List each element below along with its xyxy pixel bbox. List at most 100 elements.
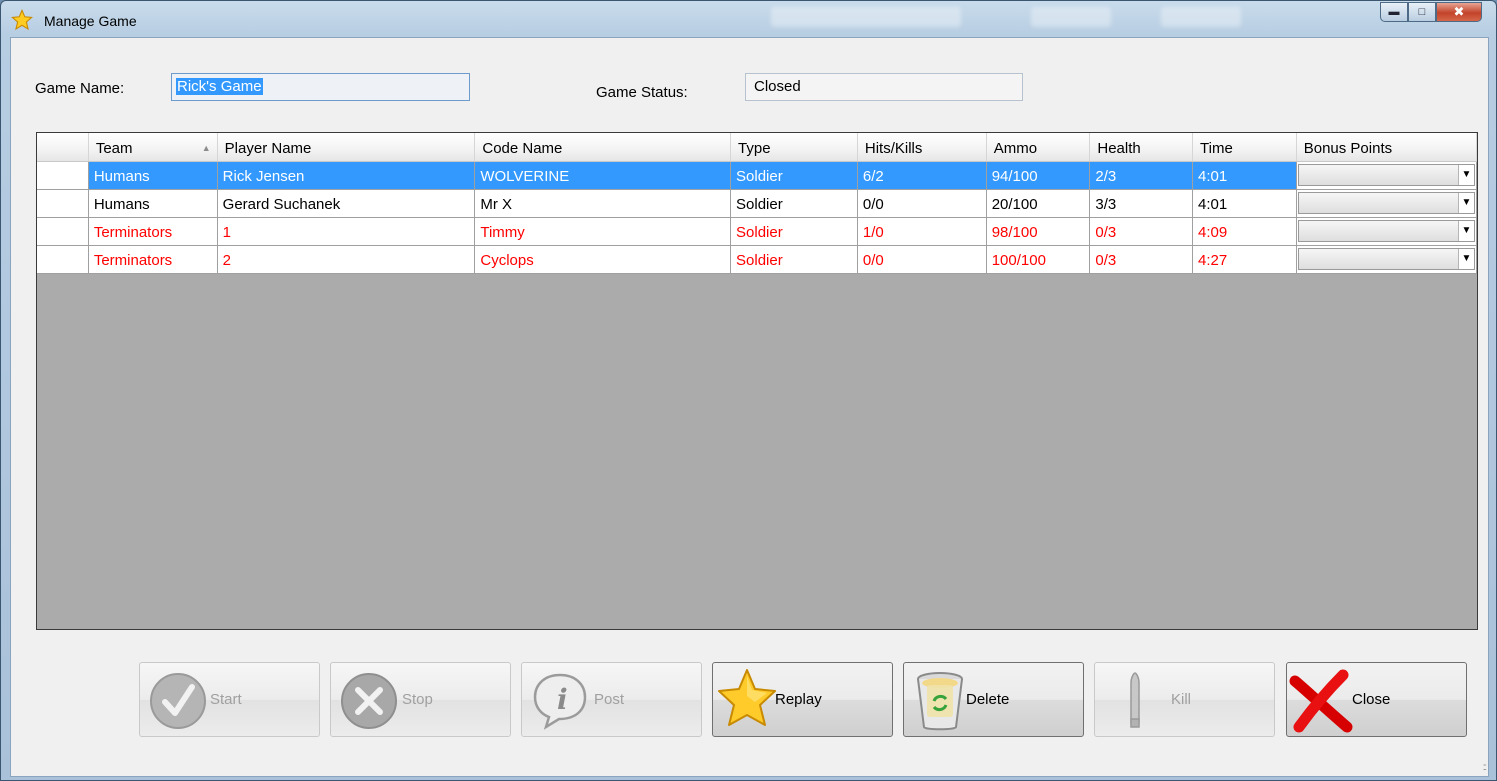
minimize-icon: ▬	[1388, 6, 1400, 18]
window-title: Manage Game	[44, 13, 137, 29]
window-controls: ▬ □ ✖	[1380, 2, 1482, 22]
team-cell[interactable]: Terminators	[88, 245, 218, 274]
kill-label: Kill	[1171, 691, 1192, 708]
health-cell[interactable]: 3/3	[1089, 189, 1194, 218]
hits-kills-cell[interactable]: 0/0	[857, 189, 987, 218]
column-header-bonus-points[interactable]: Bonus Points	[1296, 133, 1477, 162]
kill-button[interactable]: Kill	[1094, 662, 1275, 737]
dropdown-arrow-icon[interactable]: ▼	[1458, 249, 1474, 269]
code-name-cell[interactable]: Cyclops	[474, 245, 732, 274]
ammo-cell[interactable]: 98/100	[986, 217, 1091, 246]
ammo-cell[interactable]: 20/100	[986, 189, 1091, 218]
code-name-cell[interactable]: Timmy	[474, 217, 732, 246]
type-cell[interactable]: Soldier	[730, 161, 858, 190]
table-row[interactable]: Terminators 1 Timmy Soldier 1/0 98/100 0…	[37, 217, 1477, 246]
players-table: Team ▲ Player Name Code Name Type Hits/Ki…	[37, 133, 1477, 274]
current-row-icon: ▶	[40, 171, 48, 183]
dropdown-arrow-icon[interactable]: ▼	[1458, 165, 1474, 185]
row-header[interactable]	[37, 245, 89, 274]
info-bubble-icon: i	[533, 673, 587, 730]
ammo-cell[interactable]: 100/100	[986, 245, 1091, 274]
ammo-cell[interactable]: 94/100	[986, 161, 1091, 190]
bonus-points-dropdown[interactable]: ▼	[1297, 248, 1475, 270]
column-header-code-name[interactable]: Code Name	[474, 133, 732, 162]
time-cell[interactable]: 4:27	[1192, 245, 1297, 274]
hits-kills-cell[interactable]: 0/0	[857, 245, 987, 274]
game-status-label: Game Status:	[596, 84, 688, 101]
maximize-button[interactable]: □	[1408, 2, 1436, 22]
team-cell[interactable]: Humans	[88, 189, 218, 218]
svg-text:i: i	[557, 683, 568, 716]
code-name-cell[interactable]: Mr X	[474, 189, 732, 218]
maximize-icon: □	[1418, 6, 1426, 18]
table-row[interactable]: ▶ Humans Rick Jensen WOLVERINE Soldier 6…	[37, 161, 1477, 190]
column-header-type[interactable]: Type	[730, 133, 858, 162]
type-cell[interactable]: Soldier	[730, 245, 858, 274]
row-header[interactable]	[37, 217, 89, 246]
star-icon	[718, 669, 776, 726]
team-cell[interactable]: Humans	[88, 161, 218, 190]
column-header-health[interactable]: Health	[1089, 133, 1194, 162]
close-window-button[interactable]: ✖	[1436, 2, 1482, 22]
row-header[interactable]: ▶	[37, 161, 89, 190]
column-header-team[interactable]: Team ▲	[88, 133, 218, 162]
bonus-points-dropdown[interactable]: ▼	[1297, 220, 1475, 242]
post-button[interactable]: i Post	[521, 662, 702, 737]
time-cell[interactable]: 4:01	[1192, 161, 1297, 190]
bonus-points-cell[interactable]: ▼	[1296, 189, 1477, 218]
column-header-hits-kills[interactable]: Hits/Kills	[857, 133, 987, 162]
player-name-cell[interactable]: Rick Jensen	[217, 161, 476, 190]
column-header-time[interactable]: Time	[1192, 133, 1297, 162]
team-cell[interactable]: Terminators	[88, 217, 218, 246]
health-cell[interactable]: 0/3	[1089, 217, 1194, 246]
delete-button[interactable]: Delete	[903, 662, 1084, 737]
title-bar[interactable]: Manage Game ▬ □ ✖	[1, 1, 1496, 37]
table-row[interactable]: Terminators 2 Cyclops Soldier 0/0 100/10…	[37, 245, 1477, 274]
replay-button[interactable]: Replay	[712, 662, 893, 737]
column-header-ammo[interactable]: Ammo	[986, 133, 1091, 162]
time-cell[interactable]: 4:01	[1192, 189, 1297, 218]
row-header-corner	[37, 133, 89, 162]
table-row[interactable]: Humans Gerard Suchanek Mr X Soldier 0/0 …	[37, 189, 1477, 218]
header-row: Team ▲ Player Name Code Name Type Hits/Ki…	[37, 133, 1477, 162]
post-label: Post	[594, 691, 625, 708]
player-name-cell[interactable]: Gerard Suchanek	[217, 189, 476, 218]
row-header[interactable]	[37, 189, 89, 218]
time-cell[interactable]: 4:09	[1192, 217, 1297, 246]
start-button[interactable]: Start	[139, 662, 320, 737]
stop-button[interactable]: Stop	[330, 662, 511, 737]
health-cell[interactable]: 0/3	[1089, 245, 1194, 274]
recycle-bin-icon	[917, 672, 963, 731]
player-name-cell[interactable]: 1	[217, 217, 476, 246]
sort-ascending-icon: ▲	[201, 143, 211, 153]
code-name-cell[interactable]: WOLVERINE	[474, 161, 732, 190]
hits-kills-cell[interactable]: 1/0	[857, 217, 987, 246]
star-icon	[11, 9, 33, 31]
close-label: Close	[1352, 691, 1391, 708]
players-grid[interactable]: Team ▲ Player Name Code Name Type Hits/Ki…	[36, 132, 1478, 630]
type-cell[interactable]: Soldier	[730, 217, 858, 246]
bonus-points-cell[interactable]: ▼	[1296, 245, 1477, 274]
game-status-field: Closed	[745, 73, 1023, 101]
minimize-button[interactable]: ▬	[1380, 2, 1408, 22]
bonus-points-dropdown[interactable]: ▼	[1297, 164, 1475, 186]
stop-label: Stop	[402, 691, 433, 708]
resize-grip-icon[interactable]: :::	[1483, 762, 1488, 773]
bonus-points-cell[interactable]: ▼	[1296, 161, 1477, 190]
bonus-points-cell[interactable]: ▼	[1296, 217, 1477, 246]
client-area: Game Name: Rick's Game Game Status: Clos…	[10, 37, 1489, 777]
column-header-player-name[interactable]: Player Name	[217, 133, 476, 162]
delete-label: Delete	[966, 691, 1010, 708]
dropdown-arrow-icon[interactable]: ▼	[1458, 193, 1474, 213]
close-button[interactable]: Close	[1286, 662, 1467, 737]
game-name-input[interactable]: Rick's Game	[171, 73, 470, 101]
dropdown-arrow-icon[interactable]: ▼	[1458, 221, 1474, 241]
start-label: Start	[210, 691, 242, 708]
bonus-points-dropdown[interactable]: ▼	[1297, 192, 1475, 214]
health-cell[interactable]: 2/3	[1089, 161, 1194, 190]
red-x-icon	[1289, 669, 1353, 733]
hits-kills-cell[interactable]: 6/2	[857, 161, 987, 190]
player-name-cell[interactable]: 2	[217, 245, 476, 274]
type-cell[interactable]: Soldier	[730, 189, 858, 218]
close-icon: ✖	[1453, 4, 1465, 19]
